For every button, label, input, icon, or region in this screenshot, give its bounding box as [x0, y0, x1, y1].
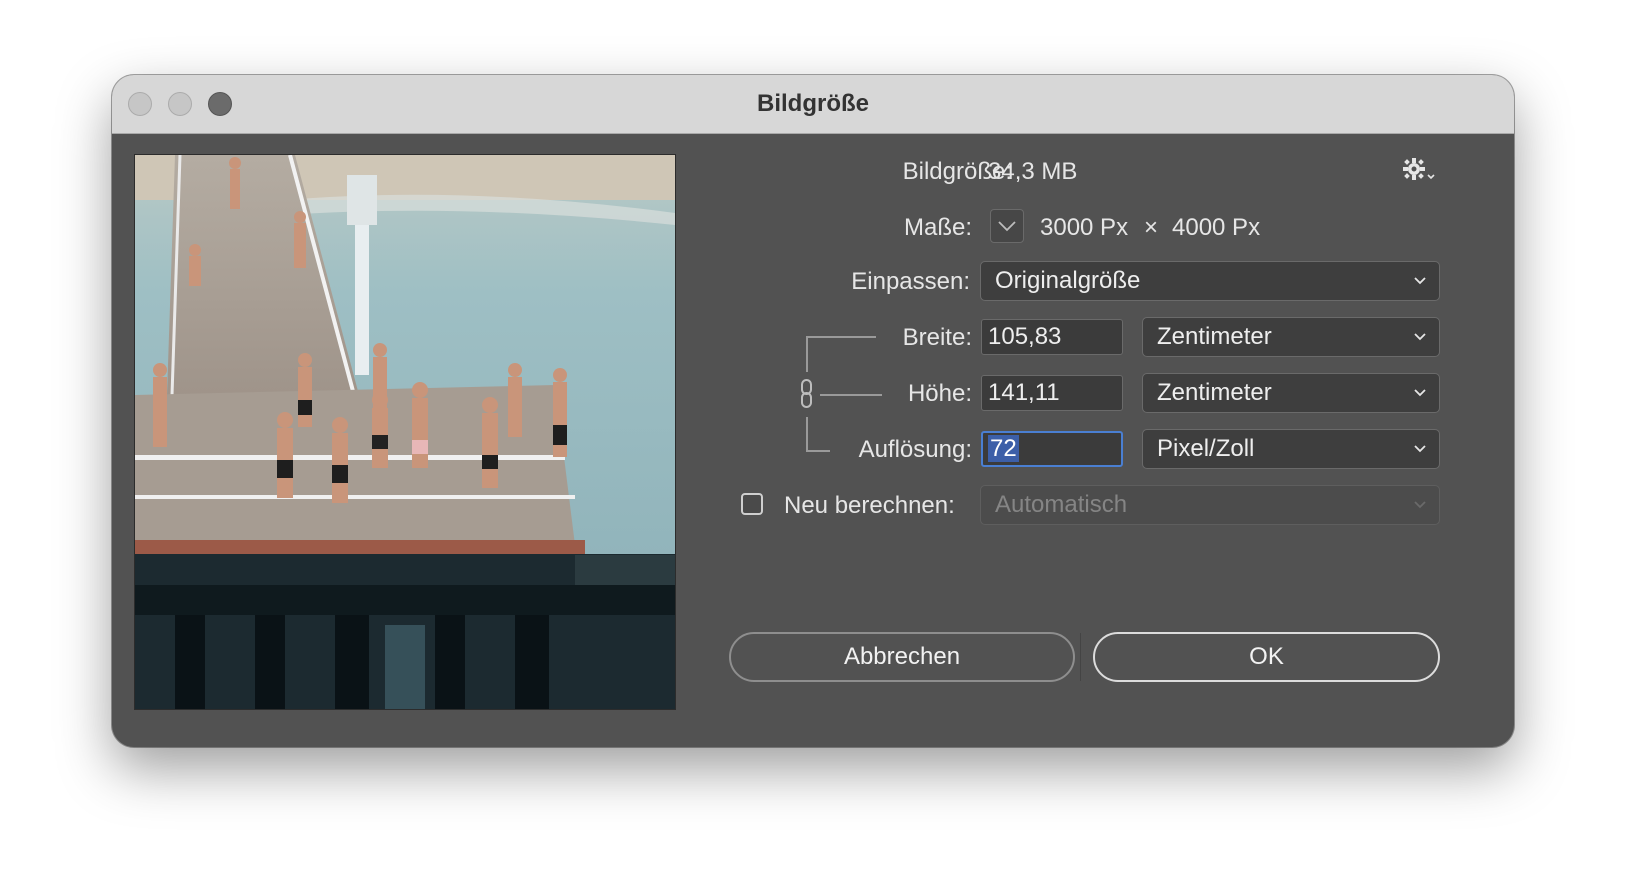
width-unit: Zentimeter: [1157, 323, 1272, 350]
chevron-down-icon: [998, 221, 1016, 232]
dimensions-width: 3000 Px: [1040, 214, 1129, 241]
window-title: Bildgröße: [757, 90, 869, 117]
height-unit: Zentimeter: [1157, 379, 1272, 406]
image-size-dialog: Bildgröße Bildgröße: 34,3 MB Maße: 3000 …: [112, 75, 1514, 747]
chevron-down-icon: [1414, 389, 1426, 397]
height-unit-dropdown[interactable]: Zentimeter: [1142, 373, 1440, 413]
resample-label: Neu berechnen:: [784, 492, 955, 519]
chevron-down-icon: [1414, 501, 1426, 509]
chevron-down-icon: [1414, 277, 1426, 285]
height-label: Höhe:: [907, 380, 972, 407]
resolution-unit: Pixel/Zoll: [1157, 435, 1255, 462]
resolution-label: Auflösung:: [858, 436, 972, 463]
fit-label: Einpassen:: [851, 268, 970, 295]
resample-method: Automatisch: [995, 491, 1128, 518]
preview-photo: [135, 155, 675, 709]
fit-selected: Originalgröße: [995, 267, 1141, 294]
title-bar: Bildgröße: [112, 75, 1514, 134]
width-unit-dropdown[interactable]: Zentimeter: [1142, 317, 1440, 357]
image-size-value: 34,3 MB: [988, 158, 1078, 185]
button-divider: [1080, 633, 1081, 681]
dimensions-toggle-button[interactable]: [990, 209, 1024, 243]
resample-method-dropdown[interactable]: Automatisch: [980, 485, 1440, 525]
dimensions-times: ×: [1144, 214, 1159, 241]
chevron-down-icon: [1414, 445, 1426, 453]
cancel-button[interactable]: Abbrechen: [729, 632, 1075, 682]
dimensions-height: 4000 Px: [1172, 214, 1261, 241]
resolution-unit-dropdown[interactable]: Pixel/Zoll: [1142, 429, 1440, 469]
resample-checkbox[interactable]: [741, 493, 763, 515]
image-size-label: Bildgröße:: [902, 158, 1012, 185]
gear-icon: [1403, 158, 1435, 180]
width-label: Breite:: [902, 324, 972, 351]
settings-menu-button[interactable]: [1402, 157, 1438, 183]
height-input[interactable]: 141,11: [981, 375, 1123, 411]
ok-button[interactable]: OK: [1093, 632, 1440, 682]
image-preview[interactable]: [134, 154, 676, 710]
resolution-input[interactable]: 72: [981, 431, 1123, 467]
width-input[interactable]: 105,83: [981, 319, 1123, 355]
fit-dropdown[interactable]: Originalgröße: [980, 261, 1440, 301]
chevron-down-icon: [1414, 333, 1426, 341]
dimensions-label: Maße:: [903, 214, 972, 241]
resolution-value: 72: [988, 435, 1019, 462]
